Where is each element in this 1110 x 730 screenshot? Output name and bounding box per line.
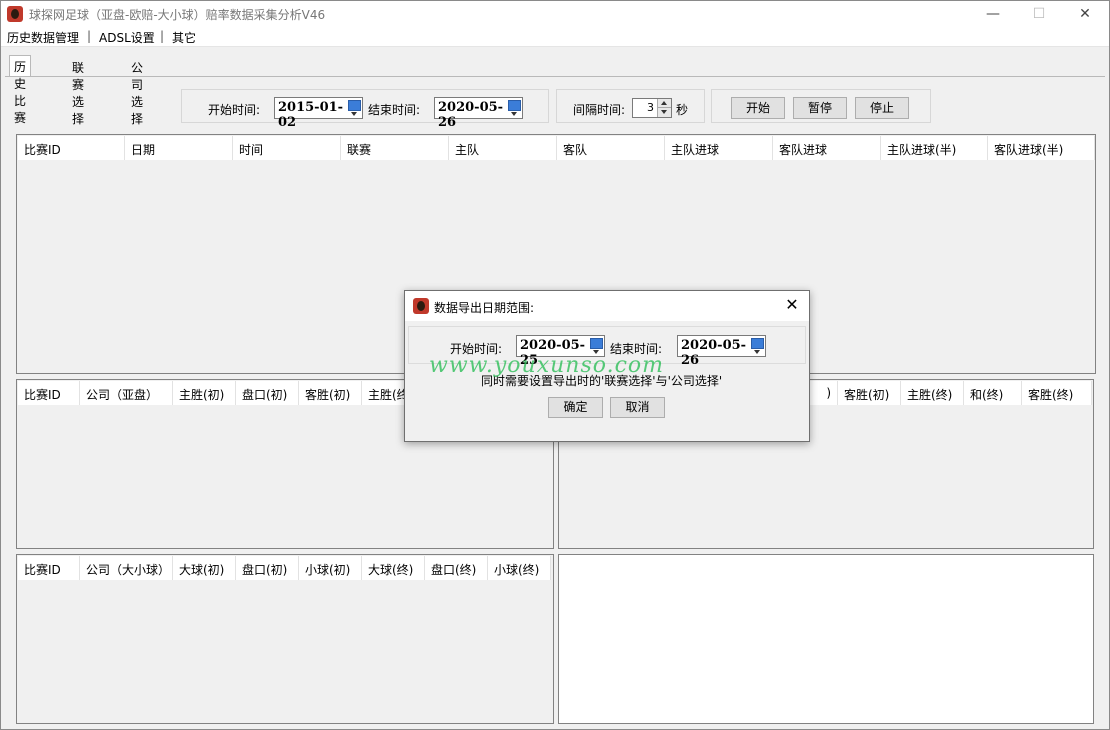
window-title: 球探网足球（亚盘-欧赔-大小球）赔率数据采集分析V46 (29, 8, 326, 22)
column-header[interactable]: 客胜(初) (299, 381, 362, 405)
menu-separator: | (160, 29, 165, 43)
minimize-button[interactable]: — (971, 3, 1015, 25)
over-under-grid[interactable]: 比赛ID 公司（大小球） 大球(初) 盘口(初) 小球(初) 大球(终) 盘口(… (16, 554, 554, 724)
dialog-end-date-value: 2020-05-26 (681, 338, 747, 368)
app-logo-icon (7, 6, 23, 22)
interval-label: 间隔时间: (573, 103, 626, 117)
interval-spinner[interactable]: 3 (632, 98, 672, 118)
column-header[interactable]: 客胜(初) (838, 381, 901, 405)
column-header[interactable]: 公司（亚盘） (80, 381, 173, 405)
column-header[interactable]: 客队 (557, 136, 665, 160)
calendar-dropdown-icon[interactable] (507, 99, 521, 117)
ok-button[interactable]: 确定 (548, 397, 603, 418)
column-header[interactable]: 大球(终) (362, 556, 425, 580)
main-window: 球探网足球（亚盘-欧赔-大小球）赔率数据采集分析V46 — ☐ ✕ 历史数据管理… (0, 0, 1110, 730)
interval-group: 间隔时间: 3 秒 (556, 89, 705, 123)
spinner-up-icon[interactable] (658, 99, 671, 108)
tab-history-matches[interactable]: 历史比赛 (9, 55, 32, 125)
interval-unit: 秒 (676, 103, 689, 117)
start-date-picker[interactable]: 2015-01-02 (274, 97, 363, 130)
maximize-button[interactable]: ☐ (1017, 3, 1061, 25)
date-range-group: 开始时间: 2015-01-02 结束时间: 2020-05-26 (181, 89, 549, 130)
column-header[interactable]: 客队进球(半) (988, 136, 1095, 160)
control-group: 开始 暂停 停止 (711, 89, 931, 123)
cancel-button[interactable]: 取消 (610, 397, 665, 418)
column-header[interactable]: 主胜(初) (173, 381, 236, 405)
column-header[interactable]: 盘口(初) (236, 556, 299, 580)
column-header[interactable]: 联赛 (341, 136, 449, 160)
column-header[interactable]: 主队 (449, 136, 557, 160)
pause-button[interactable]: 暂停 (793, 97, 847, 119)
dialog-title-bar: 数据导出日期范围: ✕ (405, 291, 809, 321)
column-header[interactable]: 公司（大小球） (80, 556, 173, 580)
column-header[interactable]: 小球(初) (299, 556, 362, 580)
column-header[interactable]: 日期 (125, 136, 233, 160)
spinner-down-icon[interactable] (658, 108, 671, 117)
asian-grid-header: 比赛ID 公司（亚盘） 主胜(初) 盘口(初) 客胜(初) 主胜(终 (18, 381, 425, 405)
tab-company-select[interactable]: 公司选择 (127, 57, 147, 126)
menu-separator: | (87, 29, 92, 43)
menu-other[interactable]: 其它 (172, 29, 196, 46)
column-header[interactable]: 客胜(终) (1022, 381, 1092, 405)
app-logo-icon (413, 298, 429, 314)
column-header[interactable]: 主队进球 (665, 136, 773, 160)
start-button[interactable]: 开始 (731, 97, 785, 119)
column-header[interactable]: 比赛ID (18, 381, 80, 405)
title-bar: 球探网足球（亚盘-欧赔-大小球）赔率数据采集分析V46 — ☐ ✕ (1, 1, 1109, 27)
menu-history-data[interactable]: 历史数据管理 (7, 29, 79, 46)
column-header[interactable]: 比赛ID (18, 556, 80, 580)
end-date-picker[interactable]: 2020-05-26 (434, 97, 523, 130)
column-header[interactable]: 盘口(初) (236, 381, 299, 405)
start-time-label: 开始时间: (208, 103, 261, 117)
tab-league-select[interactable]: 联赛选择 (68, 57, 88, 126)
column-header[interactable]: 小球(终) (488, 556, 551, 580)
column-header[interactable]: 主队进球(半) (881, 136, 988, 160)
ou-grid-header: 比赛ID 公司（大小球） 大球(初) 盘口(初) 小球(初) 大球(终) 盘口(… (18, 556, 551, 580)
column-header[interactable]: 和(终) (964, 381, 1022, 405)
dialog-title: 数据导出日期范围: (434, 301, 535, 315)
calendar-dropdown-icon[interactable] (750, 337, 764, 355)
calendar-dropdown-icon[interactable] (347, 99, 361, 117)
dialog-end-date-picker[interactable]: 2020-05-26 (677, 335, 766, 368)
end-time-label: 结束时间: (368, 103, 421, 117)
spinner-buttons (657, 99, 671, 117)
column-header[interactable]: 盘口(终) (425, 556, 488, 580)
menu-bar: 历史数据管理 | ADSL设置 | 其它 (1, 27, 1109, 47)
dialog-close-icon[interactable]: ✕ (783, 296, 801, 314)
column-header[interactable]: 大球(初) (173, 556, 236, 580)
log-panel[interactable] (558, 554, 1094, 724)
euro-grid-header: ) 客胜(初) 主胜(终) 和(终) 客胜(终) (789, 381, 1092, 405)
stop-button[interactable]: 停止 (855, 97, 909, 119)
column-header[interactable]: 客队进球 (773, 136, 881, 160)
menu-adsl-settings[interactable]: ADSL设置 (99, 29, 155, 46)
column-header[interactable]: 时间 (233, 136, 341, 160)
interval-value: 3 (647, 101, 654, 114)
matches-grid-header: 比赛ID 日期 时间 联赛 主队 客队 主队进球 客队进球 主队进球(半) 客队… (18, 136, 1095, 160)
column-header[interactable]: 比赛ID (18, 136, 125, 160)
close-button[interactable]: ✕ (1063, 3, 1107, 25)
watermark-text: www.youxunso.com (429, 353, 665, 378)
column-header[interactable]: 主胜(终) (901, 381, 964, 405)
